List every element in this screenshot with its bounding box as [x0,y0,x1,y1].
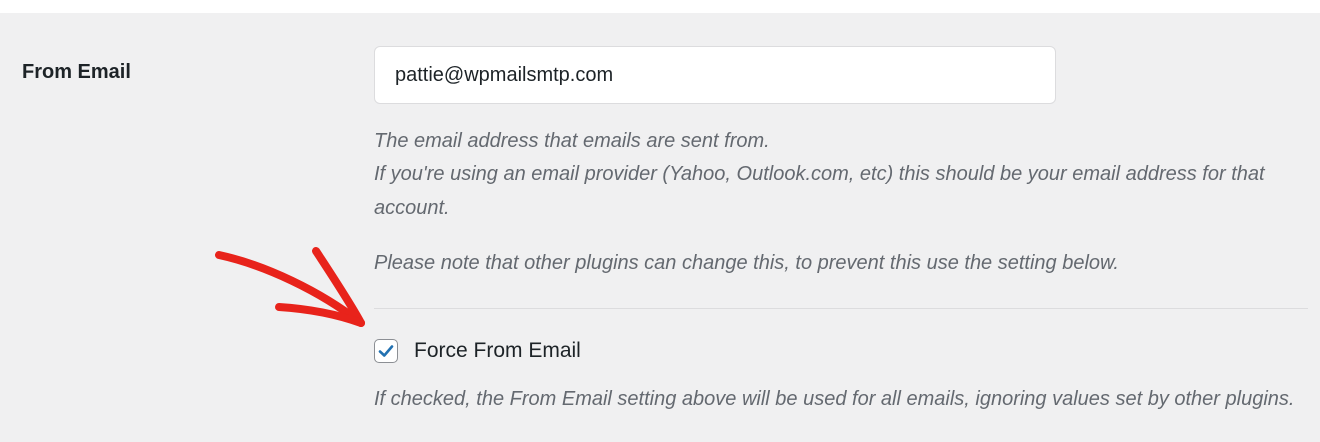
from-email-provider-description: If you're using an email provider (Yahoo… [374,163,1265,219]
settings-panel: From Email The email address that emails… [0,13,1320,442]
force-from-email-toggle[interactable]: Force From Email [374,335,581,367]
from-email-label: From Email [22,61,131,83]
force-from-email-checkbox[interactable] [374,339,398,363]
force-from-email-description: If checked, the From Email setting above… [374,388,1295,410]
check-icon [378,345,394,357]
section-divider [374,308,1308,309]
force-from-email-label: Force From Email [414,339,581,362]
from-email-plugin-note: Please note that other plugins can chang… [374,252,1119,274]
red-arrow-icon [215,247,365,327]
from-email-description: The email address that emails are sent f… [374,130,770,152]
from-email-input[interactable] [374,46,1056,104]
